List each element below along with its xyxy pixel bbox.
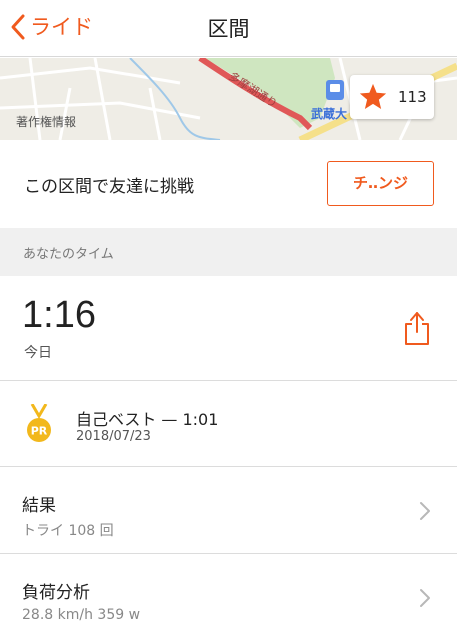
section-header-label: あなたのタイム (23, 247, 114, 262)
map-station-label: 武蔵大 (311, 107, 348, 121)
map-attribution[interactable]: 著作権情報 (16, 113, 76, 130)
chevron-right-icon (420, 589, 430, 607)
your-time-row: 1:16 今日 (0, 276, 457, 381)
time-value: 1:16 (22, 294, 96, 336)
effort-title: 負荷分析 (22, 583, 90, 603)
page-title: 区間 (207, 17, 250, 41)
time-date-label: 今日 (24, 345, 52, 361)
share-icon[interactable] (402, 310, 432, 346)
star-icon (359, 83, 387, 109)
pr-title: 自己ベスト — 1:01 (76, 410, 219, 429)
chevron-right-icon (420, 502, 430, 520)
challenge-row: この区間で友達に挑戦 チ‥ンジ (0, 140, 457, 228)
star-segment-button[interactable]: 113 (350, 75, 434, 119)
nav-bar: ライド 区間 (0, 0, 457, 57)
section-header: あなたのタイム (0, 228, 457, 276)
challenge-button[interactable]: チ‥ンジ (327, 161, 434, 206)
results-row[interactable]: 結果 トライ 108 回 (0, 468, 457, 554)
star-count: 113 (398, 88, 427, 106)
challenge-text: この区間で友達に挑戦 (24, 177, 194, 197)
pr-date: 2018/07/23 (76, 429, 151, 444)
pr-badge-text: PR (31, 425, 48, 438)
effort-analysis-row[interactable]: 負荷分析 28.8 km/h 359 w (0, 555, 457, 640)
results-subtitle: トライ 108 回 (22, 523, 114, 539)
personal-record-row[interactable]: PR 自己ベスト — 1:01 2018/07/23 (0, 382, 457, 467)
pr-medal-icon: PR (27, 404, 51, 442)
results-title: 結果 (22, 496, 56, 516)
effort-subtitle: 28.8 km/h 359 w (22, 607, 141, 623)
